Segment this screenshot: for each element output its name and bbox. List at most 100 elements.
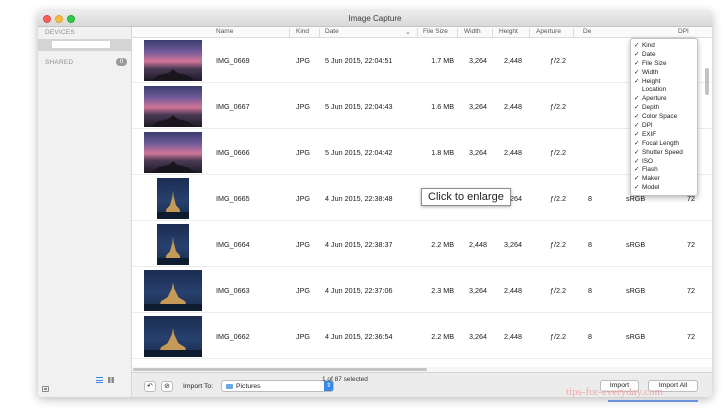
column-header-file-size[interactable]: File Size xyxy=(423,28,448,35)
device-name-redacted xyxy=(52,41,110,48)
import-to-label: Import To: xyxy=(183,383,214,390)
column-separator[interactable] xyxy=(319,28,320,37)
column-separator[interactable] xyxy=(529,28,530,37)
menu-item-depth[interactable]: ✓ Depth xyxy=(631,104,697,113)
menu-item-model[interactable]: ✓ Model xyxy=(631,184,697,193)
cell-date: 4 Jun 2015, 22:37:06 xyxy=(325,286,393,295)
menu-item-label: EXIF xyxy=(642,130,657,138)
cell-file-size: 1.7 MB xyxy=(431,56,454,65)
cell-aperture: ƒ/2.2 xyxy=(550,102,566,111)
cell-name: IMG_0665 xyxy=(216,194,250,203)
menu-item-label: Shutter Speed xyxy=(642,148,683,156)
menu-item-maker[interactable]: ✓ Maker xyxy=(631,175,697,184)
cell-date: 5 Jun 2015, 22:04:43 xyxy=(325,102,393,111)
sidebar: DEVICES SHARED 0 xyxy=(38,27,132,397)
menu-item-dpi[interactable]: ✓ DPI xyxy=(631,122,697,131)
menu-item-height[interactable]: ✓ Height xyxy=(631,78,697,87)
menu-item-label: Kind xyxy=(642,42,655,49)
import-destination-select[interactable]: Pictures ⇕ xyxy=(221,380,334,392)
cell-depth: 8 xyxy=(588,286,592,295)
menu-item-width[interactable]: ✓ Width xyxy=(631,69,697,78)
image-thumbnail[interactable] xyxy=(144,86,202,127)
column-separator[interactable] xyxy=(573,28,574,37)
menu-item-file-size[interactable]: ✓ File Size xyxy=(631,60,697,69)
table-row[interactable]: IMG_0664 JPG 4 Jun 2015, 22:38:37 2.2 MB 2,4… xyxy=(132,222,712,267)
menu-item-flash[interactable]: ✓ Flash xyxy=(631,166,697,175)
menu-item-aperture[interactable]: ✓ Aperture xyxy=(631,95,697,104)
window-title: Image Capture xyxy=(348,14,402,23)
image-thumbnail[interactable] xyxy=(144,270,202,311)
checkmark-icon: ✓ xyxy=(634,175,640,183)
cell-kind: JPG xyxy=(296,286,310,295)
menu-item-label: Focal Length xyxy=(642,139,679,147)
menu-item-shutter-speed[interactable]: ✓ Shutter Speed xyxy=(631,149,697,158)
title-bar: Image Capture xyxy=(38,11,712,27)
table-row[interactable]: IMG_0667 JPG 5 Jun 2015, 22:04:43 1.6 MB 3,2… xyxy=(132,84,712,129)
column-header-kind[interactable]: Kind xyxy=(296,28,309,35)
checkmark-icon: ✓ xyxy=(634,139,640,147)
column-separator[interactable] xyxy=(457,28,458,37)
column-visibility-menu: ✓ Kind ✓ Date ✓ File Size ✓ Width ✓ Height Locatio… xyxy=(630,38,698,196)
column-separator[interactable] xyxy=(289,28,290,37)
cell-date: 4 Jun 2015, 22:38:37 xyxy=(325,240,393,249)
column-header-dpi[interactable]: DPI xyxy=(678,28,689,35)
vertical-scrollbar[interactable] xyxy=(705,68,709,95)
image-thumbnail[interactable] xyxy=(144,316,202,357)
menu-item-color-space[interactable]: ✓ Color Space xyxy=(631,113,697,122)
table-row[interactable]: IMG_0669 JPG 5 Jun 2015, 22:04:51 1.7 MB 3,2… xyxy=(132,38,712,83)
menu-item-date[interactable]: ✓ Date xyxy=(631,51,697,60)
checkmark-icon: ✓ xyxy=(634,184,640,192)
column-header-height[interactable]: Height xyxy=(499,28,518,35)
delete-button[interactable]: ⊘ xyxy=(161,381,173,392)
image-thumbnail[interactable] xyxy=(144,40,202,81)
sidebar-item-device[interactable] xyxy=(38,39,132,51)
menu-item-label: File Size xyxy=(642,59,667,67)
table-row[interactable]: IMG_0663 JPG 4 Jun 2015, 22:37:06 2.3 MB 3,2… xyxy=(132,268,712,313)
cell-date: 4 Jun 2015, 22:36:54 xyxy=(325,332,393,341)
list-view-icon[interactable] xyxy=(96,377,103,383)
cell-dpi: 72 xyxy=(687,332,695,341)
menu-item-label: DPI xyxy=(642,122,653,130)
menu-item-exif[interactable]: ✓ EXIF xyxy=(631,131,697,140)
grid-view-icon[interactable] xyxy=(108,377,114,383)
shared-count-badge: 0 xyxy=(116,58,127,66)
thumbnail-landmark xyxy=(149,69,197,81)
menu-item-iso[interactable]: ✓ ISO xyxy=(631,158,697,167)
cell-aperture: ƒ/2.2 xyxy=(550,240,566,249)
cell-width: 3,264 xyxy=(469,286,487,295)
menu-item-kind[interactable]: ✓ Kind xyxy=(631,42,697,51)
thumbnail-water xyxy=(157,258,189,265)
checkmark-icon: ✓ xyxy=(634,68,640,76)
table-row[interactable]: IMG_0666 JPG 5 Jun 2015, 22:04:42 1.8 MB 3,2… xyxy=(132,130,712,175)
checkmark-icon: ✓ xyxy=(634,148,640,156)
column-header-depth[interactable]: De xyxy=(583,28,591,35)
column-header-name[interactable]: Name xyxy=(216,28,233,35)
checkmark-icon: ✓ xyxy=(634,50,640,58)
column-header-aperture[interactable]: Aperture xyxy=(536,28,561,35)
menu-item-label: Flash xyxy=(642,166,658,174)
column-separator[interactable] xyxy=(417,28,418,37)
menu-item-label: Model xyxy=(642,184,660,192)
column-separator[interactable] xyxy=(492,28,493,37)
cell-aperture: ƒ/2.2 xyxy=(550,148,566,157)
cell-file-size: 2.3 MB xyxy=(431,286,454,295)
cell-aperture: ƒ/2.2 xyxy=(550,332,566,341)
image-thumbnail[interactable] xyxy=(157,178,189,219)
image-thumbnail[interactable] xyxy=(157,224,189,265)
devices-heading: DEVICES xyxy=(45,29,75,36)
cell-height: 2,448 xyxy=(504,286,522,295)
column-header-width[interactable]: Width xyxy=(464,28,481,35)
device-settings-icon[interactable] xyxy=(42,386,49,392)
cell-kind: JPG xyxy=(296,194,310,203)
horizontal-scrollbar[interactable] xyxy=(133,368,427,371)
checkmark-icon: ✓ xyxy=(634,59,640,67)
image-thumbnail[interactable] xyxy=(144,132,202,173)
checkmark-icon: ✓ xyxy=(634,122,640,130)
menu-item-focal-length[interactable]: ✓ Focal Length xyxy=(631,140,697,149)
rotate-left-button[interactable]: ↶ xyxy=(144,381,156,392)
column-header-date[interactable]: Date xyxy=(325,28,339,35)
cell-kind: JPG xyxy=(296,56,310,65)
menu-item-location[interactable]: Location xyxy=(631,86,697,95)
checkmark-icon: ✓ xyxy=(634,130,640,138)
table-row[interactable]: IMG_0662 JPG 4 Jun 2015, 22:36:54 2.2 MB 3,2… xyxy=(132,314,712,359)
